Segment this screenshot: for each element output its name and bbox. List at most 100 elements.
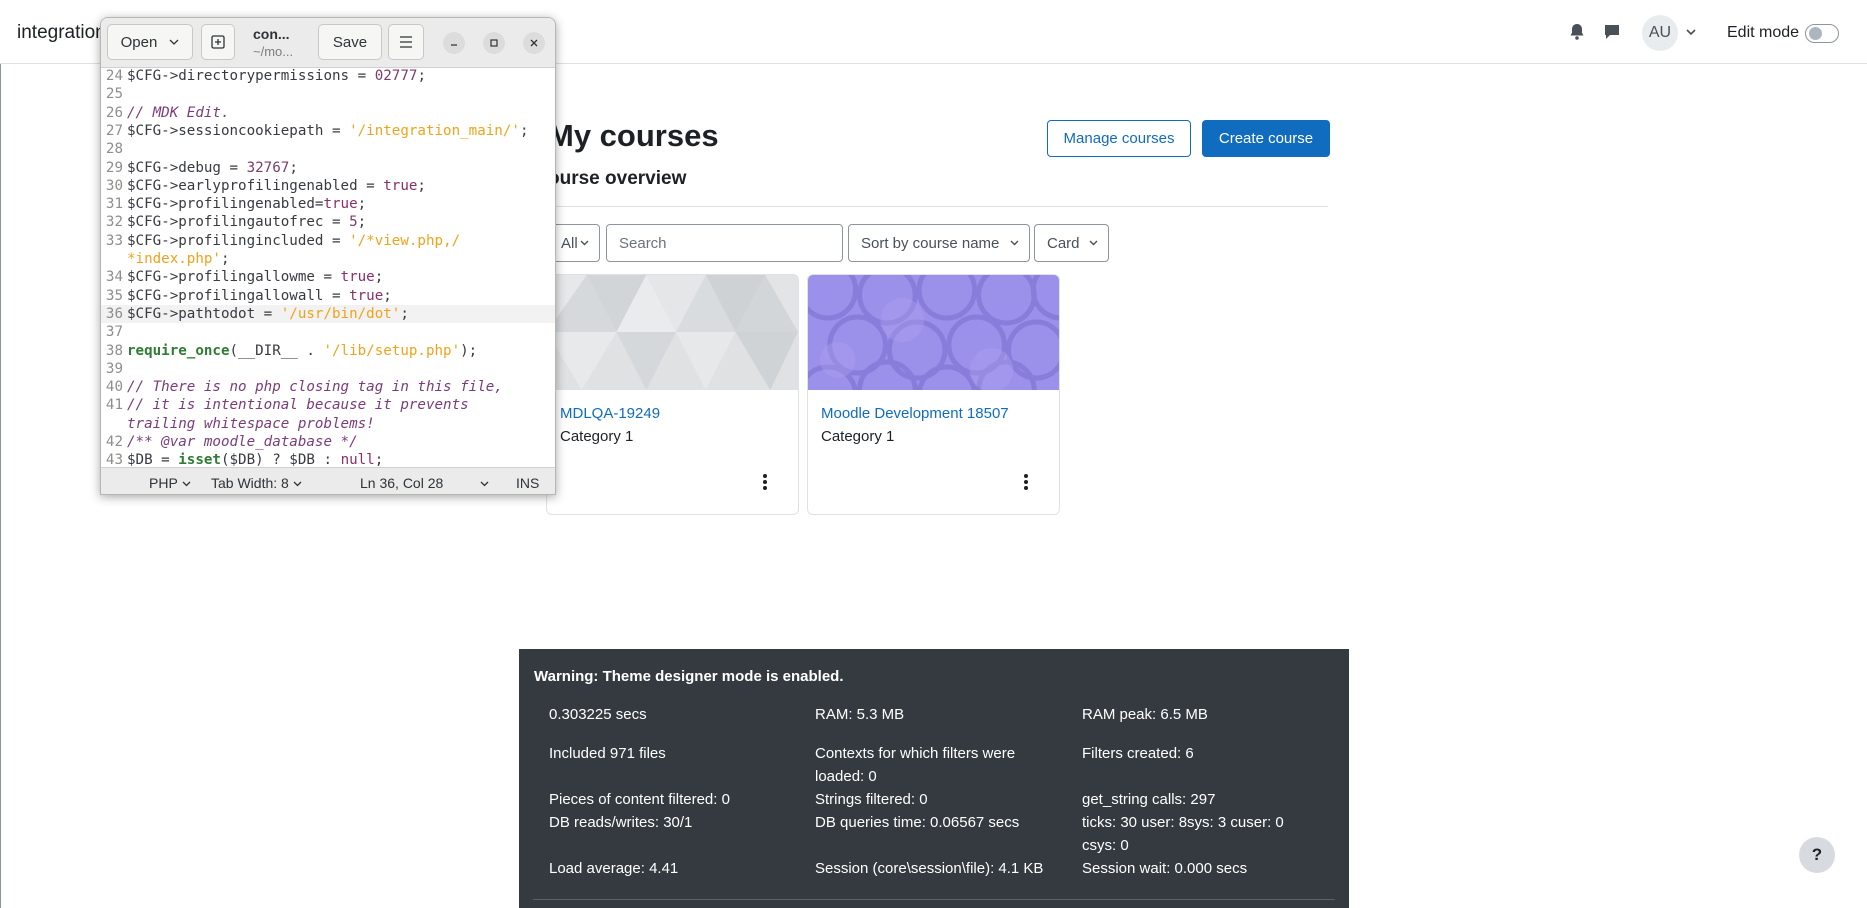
code-line[interactable]: 39	[101, 360, 555, 378]
perf-ram-peak: RAM peak: 6.5 MB	[1082, 706, 1208, 723]
line-number: 38	[105, 343, 123, 359]
code-text: $CFG->profilingenabled=true;	[127, 196, 367, 212]
more-vertical-icon[interactable]	[1023, 473, 1029, 491]
code-line[interactable]: 32 $CFG->profilingautofrec = 5;	[101, 213, 555, 231]
perf-load: Load average: 4.41	[549, 860, 679, 877]
course-card[interactable]: MDLQA-19249 Category 1	[546, 274, 799, 515]
search-input[interactable]: Search	[606, 224, 843, 262]
code-text: $CFG->earlyprofilingenabled = true;	[127, 178, 426, 194]
code-line[interactable]: 42/** @var moodle_database */	[101, 433, 555, 451]
code-text: require_once(__DIR__ . '/lib/setup.php')…	[127, 343, 478, 359]
code-line[interactable]: 24 $CFG->directorypermissions = 02777;	[101, 69, 555, 85]
code-line[interactable]: 25	[101, 85, 555, 103]
tab-width-value: Tab Width: 8	[211, 475, 289, 491]
perf-ram: RAM: 5.3 MB	[815, 706, 905, 723]
maximize-button[interactable]	[483, 32, 505, 54]
chevron-down-icon	[580, 240, 589, 246]
code-line[interactable]: 30 $CFG->earlyprofilingenabled = true;	[101, 177, 555, 195]
code-line[interactable]: 31 $CFG->profilingenabled=true;	[101, 195, 555, 213]
course-card[interactable]: Moodle Development 18507 Category 1	[807, 274, 1060, 515]
code-text: $CFG->pathtodot = '/usr/bin/dot';	[127, 306, 409, 322]
code-text: $CFG->profilingallowme = true;	[127, 269, 384, 285]
save-button[interactable]: Save	[318, 24, 382, 60]
maximize-icon	[490, 39, 498, 47]
course-name-link[interactable]: MDLQA-19249	[560, 405, 660, 422]
line-number: 42	[105, 434, 123, 450]
cursor-position: Ln 36, Col 28	[360, 475, 444, 491]
text-editor-window[interactable]: Open con... ~/mo... Save 24 $CFG->directo…	[100, 17, 556, 495]
perf-db-time: DB queries time: 0.06567 secs	[815, 814, 1020, 831]
new-tab-button[interactable]	[201, 24, 235, 60]
chevron-down-icon[interactable]	[1684, 25, 1698, 39]
view-dropdown[interactable]: Card	[1034, 224, 1109, 262]
code-text: $CFG->sessioncookiepath = '/integration_…	[127, 123, 529, 139]
code-line[interactable]: 41// it is intentional because it preven…	[101, 396, 555, 414]
code-line[interactable]: 36 $CFG->pathtodot = '/usr/bin/dot';	[101, 305, 555, 323]
code-line[interactable]: 35 $CFG->profilingallowall = true;	[101, 287, 555, 305]
site-name[interactable]: integration	[17, 22, 106, 44]
help-button[interactable]: ?	[1799, 837, 1835, 873]
perf-secs: 0.303225 secs	[549, 706, 647, 723]
main-menu-button[interactable]	[388, 24, 424, 60]
chevron-down-icon	[293, 481, 302, 487]
code-line[interactable]: 43 $DB = isset($DB) ? $DB : null;	[101, 451, 555, 467]
course-name-link[interactable]: Moodle Development 18507	[821, 405, 1009, 422]
create-course-button[interactable]: Create course	[1202, 120, 1330, 157]
code-line[interactable]: 38 require_once(__DIR__ . '/lib/setup.php…	[101, 342, 555, 360]
perf-ticks-cont: csys: 0	[1082, 837, 1129, 854]
code-text: // There is no php closing tag in this f…	[127, 379, 503, 395]
line-number: 41	[105, 397, 123, 413]
code-line[interactable]: 33 $CFG->profilingincluded = '/*view.php,…	[101, 232, 555, 250]
performance-info-panel: Warning: Theme designer mode is enabled.…	[519, 649, 1349, 908]
user-avatar[interactable]: AU	[1642, 15, 1678, 51]
grouping-value: All	[561, 234, 578, 252]
chevron-down-icon	[1089, 240, 1098, 246]
code-line[interactable]: 28	[101, 140, 555, 158]
code-editor[interactable]: 24 $CFG->directorypermissions = 02777; 25 2…	[101, 69, 555, 467]
code-line[interactable]: 40// There is no php closing tag in this…	[101, 378, 555, 396]
tab-width-selector[interactable]: Tab Width: 8	[211, 475, 302, 491]
code-line[interactable]: 37	[101, 323, 555, 341]
code-text: trailing whitespace problems!	[127, 416, 375, 432]
minimize-button[interactable]	[443, 32, 465, 54]
edit-mode-toggle[interactable]	[1805, 24, 1839, 43]
bell-icon[interactable]	[1567, 22, 1587, 42]
perf-db-rw: DB reads/writes: 30/1	[549, 814, 693, 831]
editor-statusbar: PHP Tab Width: 8 Ln 36, Col 28 INS	[101, 467, 555, 494]
perf-contexts: Contexts for which filters were	[815, 745, 1016, 762]
new-tab-icon	[211, 35, 225, 49]
line-number: 36	[105, 306, 123, 322]
messages-icon[interactable]	[1602, 22, 1622, 42]
code-line[interactable]: trailing whitespace problems!	[101, 415, 555, 433]
close-button[interactable]	[523, 32, 545, 54]
manage-courses-button[interactable]: Manage courses	[1047, 120, 1191, 157]
course-image[interactable]	[808, 275, 1059, 426]
code-line[interactable]: 26// MDK Edit.	[101, 104, 555, 122]
code-line[interactable]: *index.php';	[101, 250, 555, 268]
document-title: con...	[253, 26, 290, 42]
sort-dropdown[interactable]: Sort by course name	[848, 224, 1030, 262]
code-line[interactable]: 29 $CFG->debug = 32767;	[101, 159, 555, 177]
position-menu[interactable]	[476, 475, 489, 491]
code-text: *index.php';	[127, 251, 230, 267]
chevron-down-icon	[182, 481, 191, 487]
line-number: 28	[105, 141, 123, 157]
editor-headerbar: Open con... ~/mo... Save	[101, 18, 555, 68]
code-text: $CFG->profilingincluded = '/*view.php,/	[127, 233, 461, 249]
line-number: 43	[105, 452, 123, 467]
close-icon	[530, 39, 538, 47]
language-selector[interactable]: PHP	[149, 475, 191, 491]
edit-mode-label: Edit mode	[1727, 24, 1800, 41]
code-text: // it is intentional because it prevents	[127, 397, 469, 413]
course-image[interactable]	[547, 275, 798, 390]
code-line[interactable]: 34 $CFG->profilingallowme = true;	[101, 268, 555, 286]
code-line[interactable]: 27 $CFG->sessioncookiepath = '/integratio…	[101, 122, 555, 140]
line-number: 39	[105, 361, 123, 377]
hamburger-menu-icon	[400, 36, 412, 48]
line-number: 40	[105, 379, 123, 395]
chevron-down-icon	[169, 39, 179, 45]
more-vertical-icon[interactable]	[762, 473, 768, 491]
insert-mode: INS	[516, 475, 540, 491]
course-overview-heading: ourse overview	[548, 168, 687, 189]
open-button[interactable]: Open	[107, 24, 193, 60]
